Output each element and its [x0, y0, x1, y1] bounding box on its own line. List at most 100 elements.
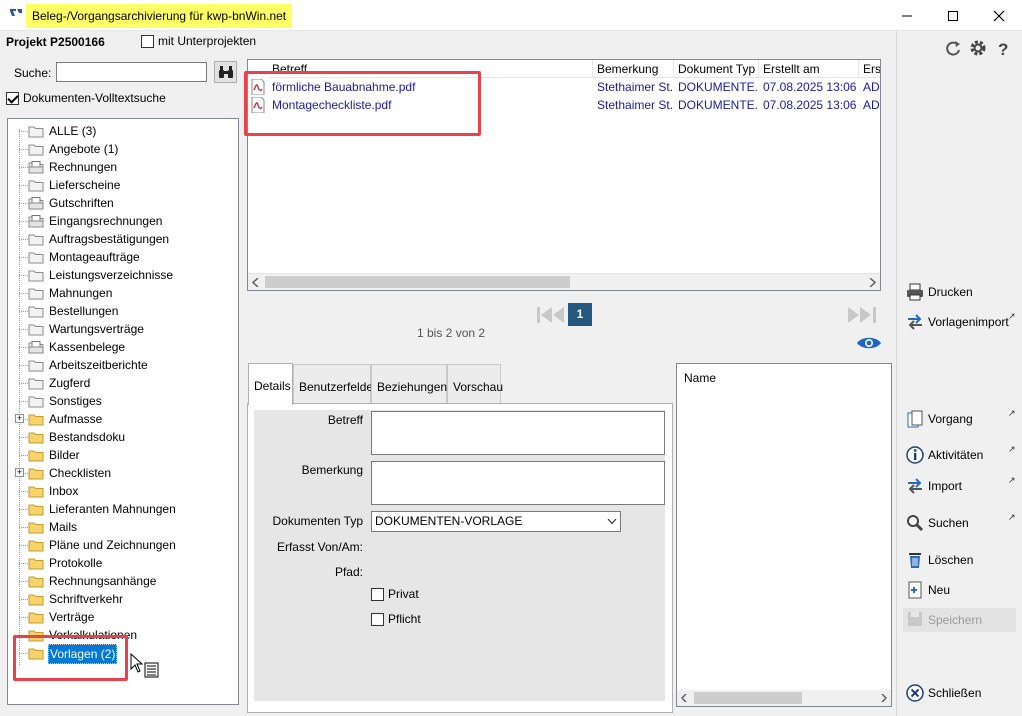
maximize-icon — [948, 10, 958, 21]
folder-icon — [28, 522, 44, 534]
folder-icon — [28, 504, 44, 516]
scroll-thumb[interactable] — [694, 692, 802, 704]
folder-icon — [28, 341, 44, 354]
folder-icon — [28, 612, 44, 624]
gear-icon[interactable] — [969, 39, 987, 57]
folder-icon — [28, 215, 44, 228]
pdf-icon — [251, 79, 265, 95]
close-circle-icon — [906, 684, 924, 702]
tree-item-label: Sonstiges — [49, 394, 102, 408]
folder-icon — [28, 468, 44, 480]
table-row[interactable]: förmliche Bauabnahme.pdf Stethaimer St..… — [248, 78, 880, 96]
dokumenten-typ-label: Dokumenten Typ — [272, 514, 364, 528]
privat-check[interactable] — [371, 588, 384, 601]
tree-connector — [19, 365, 28, 366]
folder-icon — [28, 576, 44, 588]
tree-item-label: Bestandsdoku — [49, 430, 126, 444]
folder-icon — [28, 161, 44, 174]
column-header-erstellt-am[interactable]: Erstellt am — [759, 60, 859, 78]
tab-benutzerfelder[interactable]: Benutzerfelder — [293, 364, 377, 404]
minimize-button[interactable] — [884, 0, 930, 31]
folder-icon — [28, 540, 44, 552]
eye-icon[interactable] — [856, 336, 882, 350]
tree-item-label: Angebote (1) — [49, 142, 119, 156]
bemerkung-field[interactable] — [371, 461, 665, 505]
bemerkung-label: Bemerkung — [301, 463, 363, 477]
tree-item-label: Arbeitszeitberichte — [49, 358, 148, 372]
tree-connector — [19, 617, 28, 618]
expand-icon[interactable]: + — [15, 468, 24, 477]
folder-icon — [28, 144, 44, 156]
info-icon — [906, 446, 924, 464]
speichern-label: Speichern — [928, 613, 983, 627]
search-label: Suche: — [14, 66, 52, 80]
swap-arrows-icon — [908, 478, 922, 494]
previous-page-icon[interactable] — [536, 305, 566, 325]
category-tree[interactable]: ALLE (3) Angebote (1) Rechnungen Liefersche… — [7, 118, 239, 705]
table-row[interactable]: Montagecheckliste.pdf Stethaimer St... D… — [248, 96, 880, 114]
next-page-icon[interactable] — [846, 305, 878, 325]
tree-connector — [19, 257, 28, 258]
speichern-button[interactable]: Speichern — [903, 608, 1016, 632]
current-page-indicator[interactable]: 1 — [568, 303, 592, 326]
aktivitaeten-label: Aktivitäten — [928, 448, 984, 462]
maximize-button[interactable] — [930, 0, 976, 31]
column-header-betreff[interactable]: Betreff — [268, 60, 593, 78]
cell-bemerkung: Stethaimer St... — [597, 98, 674, 112]
column-header-bemerkung[interactable]: Bemerkung — [593, 60, 674, 78]
column-header-dokument-typ[interactable]: Dokument Typ — [674, 60, 759, 78]
folder-icon — [28, 360, 44, 372]
fulltext-check[interactable] — [6, 92, 19, 105]
title-bar: Beleg-/Vorgangsarchivierung für kwp-bnWi… — [0, 0, 1022, 31]
tree-connector — [19, 347, 28, 348]
list-horizontal-scrollbar[interactable] — [248, 273, 880, 290]
tree-connector — [19, 401, 28, 402]
help-icon[interactable]: ? — [994, 39, 1012, 57]
neu-label: Neu — [928, 583, 951, 597]
scroll-left-icon — [681, 694, 687, 702]
column-header-erst[interactable]: Erst — [859, 60, 880, 78]
vorlagenimport-label: Vorlagenimport — [928, 315, 1009, 329]
tree-connector — [19, 527, 28, 528]
expand-icon[interactable]: + — [15, 414, 24, 423]
tree-item-label: Lieferanten Mahnungen — [49, 502, 176, 516]
fulltext-label: Dokumenten-Volltextsuche — [23, 91, 166, 105]
drucken-label: Drucken — [928, 285, 973, 299]
refresh-icon[interactable] — [944, 39, 962, 57]
tree-item-label: Vorlagen (2) — [48, 644, 118, 664]
folder-icon — [28, 252, 44, 264]
document-list[interactable]: Betreff Bemerkung Dokument Typ Erstellt … — [247, 59, 881, 291]
tree-connector — [19, 203, 28, 204]
close-window-button[interactable] — [976, 0, 1022, 31]
tree-item-label: Verträge — [49, 610, 95, 624]
cell-typ: DOKUMENTE... — [678, 98, 759, 112]
betreff-field[interactable] — [371, 411, 665, 455]
pflicht-check[interactable] — [371, 613, 384, 626]
search-input[interactable] — [56, 62, 207, 82]
tab-details[interactable]: Details — [248, 363, 293, 405]
tab-vorschau[interactable]: Vorschau — [447, 364, 503, 404]
save-icon — [908, 612, 922, 626]
chevron-down-icon — [607, 519, 617, 525]
scroll-thumb[interactable] — [265, 276, 570, 288]
tree-connector — [19, 599, 28, 600]
name-panel[interactable]: Name — [676, 363, 892, 707]
tree-item-label: Montageaufträge — [49, 250, 140, 264]
tree-item-label: Auftragsbestätigungen — [49, 232, 170, 246]
sub-projects-check[interactable] — [141, 35, 154, 48]
suchen-label: Suchen — [928, 516, 969, 530]
tree-connector — [19, 149, 28, 150]
printer-icon — [907, 283, 923, 301]
tree-connector — [19, 509, 28, 510]
name-panel-scrollbar[interactable] — [677, 690, 891, 706]
binoculars-icon — [218, 66, 233, 78]
tab-beziehungen[interactable]: Beziehungen — [371, 364, 447, 404]
scroll-left-icon — [252, 278, 259, 287]
search-button[interactable] — [214, 61, 237, 83]
trash-icon — [909, 553, 921, 568]
svg-text:?: ? — [998, 40, 1008, 57]
tree-item-label: Leistungsverzeichnisse — [49, 268, 174, 282]
tree-item-label: ALLE (3) — [49, 124, 97, 138]
tree-item-label: Aufmasse — [49, 412, 103, 426]
dokumenten-typ-select[interactable]: DOKUMENTEN-VORLAGE — [371, 511, 621, 532]
